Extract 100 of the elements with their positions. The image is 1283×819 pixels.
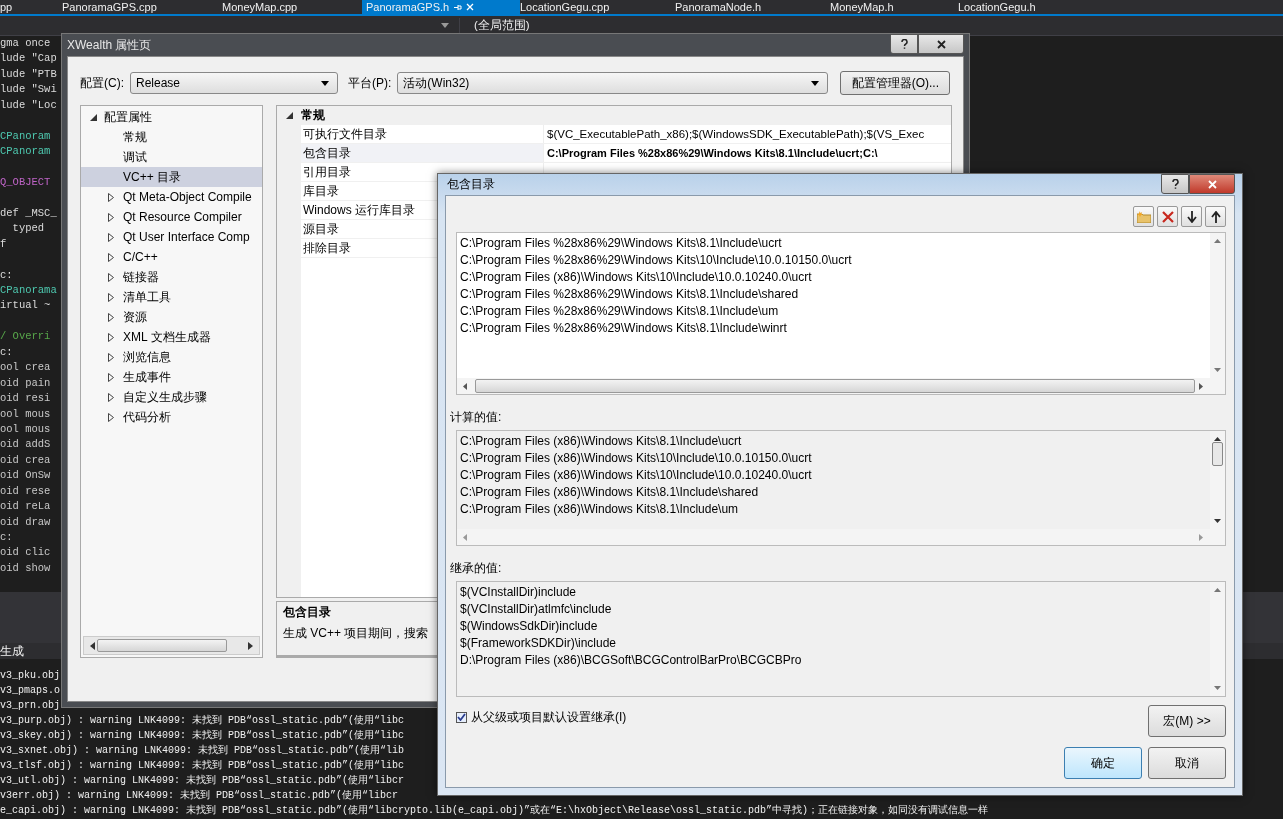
platform-dropdown[interactable]: 活动(Win32) xyxy=(397,72,829,94)
code-line: ool mous xyxy=(0,421,51,437)
collapsed-icon[interactable] xyxy=(108,292,114,302)
scroll-down-icon[interactable] xyxy=(1214,519,1221,523)
tree-item[interactable]: VC++ 目录 xyxy=(81,167,262,187)
computed-entry: C:\Program Files (x86)\Windows Kits\8.1\Include\shared xyxy=(460,484,760,501)
collapsed-icon[interactable] xyxy=(108,252,114,262)
checkbox-label[interactable]: 从父级或项目默认设置继承(I) xyxy=(471,708,627,726)
vertical-scrollbar[interactable] xyxy=(1210,431,1225,529)
property-name[interactable]: 包含目录 xyxy=(303,144,351,162)
computed-entry: C:\Program Files (x86)\Windows Kits\10\Include\10.0.10150.0\ucrt xyxy=(460,450,813,467)
collapsed-icon[interactable] xyxy=(108,352,114,362)
collapsed-icon[interactable] xyxy=(108,212,114,222)
tree-item[interactable]: 代码分析 xyxy=(81,407,262,427)
property-name[interactable]: 源目录 xyxy=(303,220,339,238)
tree-item[interactable]: Qt Resource Compiler xyxy=(81,207,262,227)
file-tab[interactable]: PanoramaGPS.h xyxy=(362,0,520,14)
directory-entry[interactable]: C:\Program Files %28x86%29\Windows Kits\8.1\Include\shared xyxy=(460,286,1207,303)
move-down-button[interactable] xyxy=(1181,206,1202,227)
tree-item[interactable]: XML 文档生成器 xyxy=(81,327,262,347)
window-title: 包含目录 xyxy=(446,176,495,193)
directory-entry[interactable]: C:\Program Files %28x86%29\Windows Kits\8.1\Include\um xyxy=(460,303,1207,320)
tree-item[interactable]: 自定义生成步骤 xyxy=(81,387,262,407)
scroll-left-icon[interactable] xyxy=(463,382,467,390)
scroll-right-icon[interactable] xyxy=(1199,382,1203,390)
config-dropdown[interactable]: Release xyxy=(130,72,338,94)
directory-entry[interactable]: C:\Program Files %28x86%29\Windows Kits\8.1\Include\ucrt xyxy=(460,235,1207,252)
platform-label: 平台(P): xyxy=(348,74,392,92)
output-line: v3err.obj) : warning LNK4099: 未找到 PDB“ossl_static.pdb”(使用“libcr xyxy=(0,789,399,803)
output-line: v3_purp.obj) : warning LNK4099: 未找到 PDB“ossl_static.pdb”(使用“libc xyxy=(0,714,405,728)
code-line: lude "Cap xyxy=(0,51,57,67)
description-title: 包含目录 xyxy=(283,604,331,621)
property-name[interactable]: 引用目录 xyxy=(303,163,351,181)
output-line: v3_sxnet.obj) : warning LNK4099: 未找到 PDB“ossl_static.pdb”(使用“lib xyxy=(0,744,405,758)
property-name[interactable]: 可执行文件目录 xyxy=(303,125,387,143)
horizontal-scrollbar[interactable] xyxy=(457,378,1225,394)
pin-icon[interactable] xyxy=(453,2,463,12)
directory-list[interactable] xyxy=(456,232,1226,395)
property-name[interactable]: Windows 运行库目录 xyxy=(303,201,415,219)
directory-entry[interactable]: C:\Program Files %28x86%29\Windows Kits\8.1\Include\winrt xyxy=(460,320,1207,337)
tree-item[interactable]: 调试 xyxy=(81,147,262,167)
collapsed-icon[interactable] xyxy=(108,392,114,402)
directory-entry[interactable]: C:\Program Files %28x86%29\Windows Kits\10\Include\10.0.10150.0\ucrt xyxy=(460,252,1207,269)
code-line: ool mous xyxy=(0,406,51,422)
output-line: v3_prn.obj xyxy=(0,699,60,713)
scroll-right-icon[interactable] xyxy=(248,641,253,650)
scrollbar-thumb[interactable] xyxy=(1212,442,1223,466)
file-tab[interactable]: PanoramaNode.h xyxy=(675,0,830,14)
inherited-values-label: 继承的值: xyxy=(450,560,503,577)
close-button[interactable] xyxy=(1189,174,1235,194)
macros-button[interactable]: 宏(M) >> xyxy=(1148,705,1226,737)
cancel-button[interactable]: 取消 xyxy=(1148,747,1226,779)
file-tab[interactable]: LocationGegu.cpp xyxy=(520,0,675,14)
property-name[interactable]: 库目录 xyxy=(303,182,339,200)
code-line: oid show xyxy=(0,560,51,576)
configuration-manager-button[interactable]: 配置管理器(O)... xyxy=(840,71,951,95)
close-icon[interactable] xyxy=(466,3,475,11)
property-value[interactable]: C:\Program Files %28x86%29\Windows Kits\8.1\Include\ucrt;C:\ xyxy=(544,144,951,162)
help-icon xyxy=(1171,179,1179,189)
tree-item[interactable]: 生成事件 xyxy=(81,367,262,387)
collapsed-icon[interactable] xyxy=(108,272,114,282)
delete-button[interactable] xyxy=(1157,206,1178,227)
tree-item[interactable]: 浏览信息 xyxy=(81,347,262,367)
collapsed-icon[interactable] xyxy=(108,332,114,342)
file-tab[interactable]: LocationGegu.h xyxy=(958,0,1036,14)
file-tab[interactable]: MoneyMap.cpp xyxy=(222,0,362,14)
tree-item[interactable]: Qt User Interface Comp xyxy=(81,227,262,247)
collapsed-icon[interactable] xyxy=(108,412,114,422)
tree-item[interactable]: 资源 xyxy=(81,307,262,327)
file-tab[interactable]: PanoramaGPS.cpp xyxy=(60,0,222,14)
new-line-button[interactable] xyxy=(1133,206,1154,227)
tree-item[interactable]: 配置属性 xyxy=(81,107,262,127)
property-name[interactable]: 排除目录 xyxy=(303,239,351,257)
file-tab[interactable]: pp xyxy=(0,0,60,14)
output-line: v3_tlsf.obj) : warning LNK4099: 未找到 PDB“ossl_static.pdb”(使用“libc xyxy=(0,759,405,773)
file-tab[interactable]: MoneyMap.h xyxy=(830,0,958,14)
tree-item[interactable]: C/C++ xyxy=(81,247,262,267)
tree-item[interactable]: 清单工具 xyxy=(81,287,262,307)
dropdown-caret-icon[interactable] xyxy=(441,23,449,28)
property-value[interactable]: $(VC_ExecutablePath_x86);$(WindowsSDK_ExecutablePath);$(VS_Exec xyxy=(544,125,951,143)
checkbox[interactable] xyxy=(456,711,467,723)
help-button[interactable] xyxy=(890,34,918,54)
collapsed-icon[interactable] xyxy=(108,232,114,242)
expanded-icon[interactable] xyxy=(285,112,293,119)
ok-button[interactable]: 确定 xyxy=(1064,747,1142,779)
collapsed-icon[interactable] xyxy=(108,372,114,382)
collapsed-icon[interactable] xyxy=(108,192,114,202)
move-up-button[interactable] xyxy=(1205,206,1226,227)
tree-item[interactable]: 链接器 xyxy=(81,267,262,287)
code-line: ool crea xyxy=(0,360,51,376)
code-line: typed xyxy=(11,221,45,237)
tree-item[interactable]: Qt Meta-Object Compile xyxy=(81,187,262,207)
horizontal-scrollbar[interactable] xyxy=(83,636,260,655)
expanded-icon[interactable] xyxy=(90,113,97,121)
collapsed-icon[interactable] xyxy=(108,312,114,322)
help-button[interactable] xyxy=(1161,174,1189,194)
output-line: v3_utl.obj) : warning LNK4099: 未找到 PDB“ossl_static.pdb”(使用“libcr xyxy=(0,774,405,788)
close-button[interactable] xyxy=(918,34,964,54)
tree-item[interactable]: 常规 xyxy=(81,127,262,147)
directory-entry[interactable]: C:\Program Files (x86)\Windows Kits\10\Include\10.0.10240.0\ucrt xyxy=(460,269,1207,286)
